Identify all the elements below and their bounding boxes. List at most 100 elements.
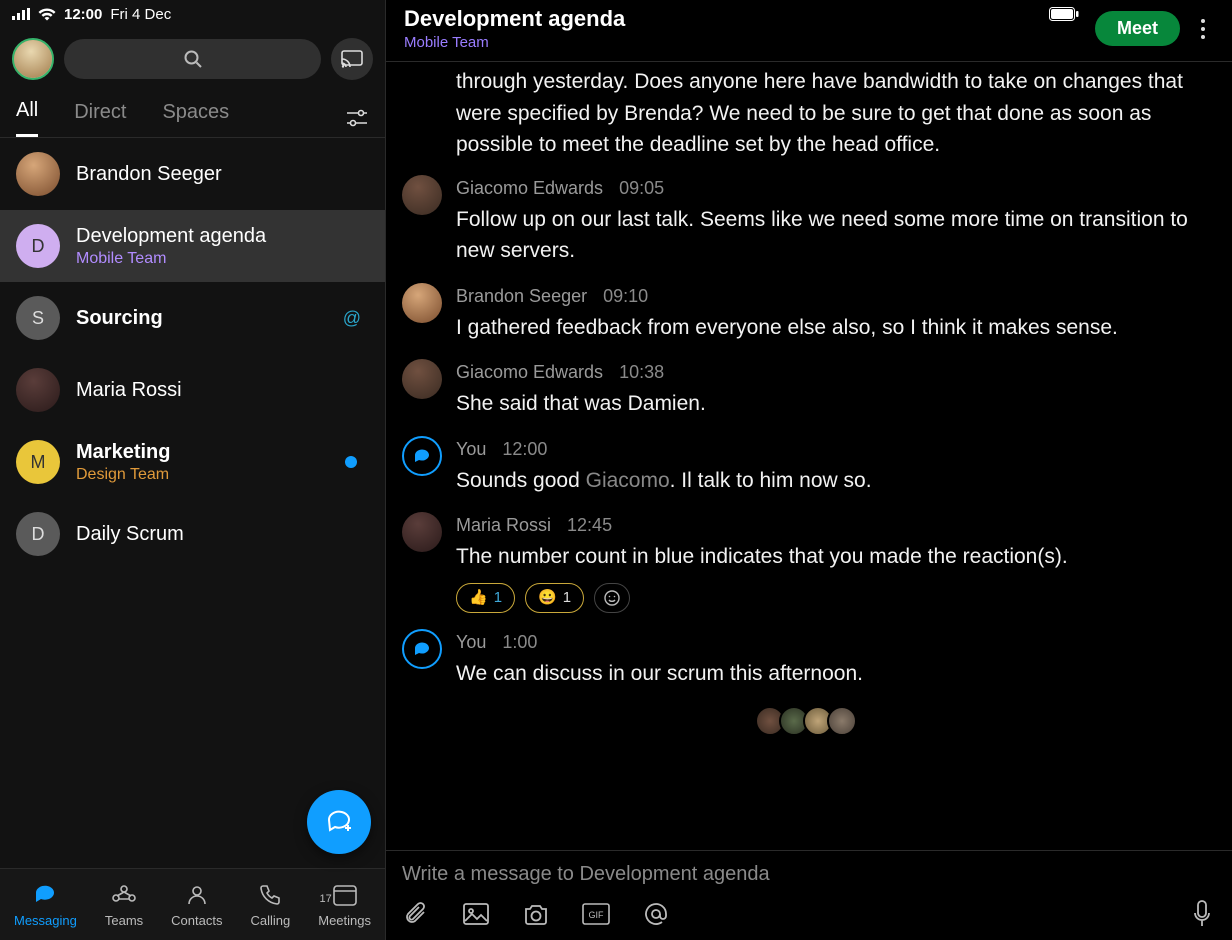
gif-button[interactable]: GIF	[582, 900, 610, 928]
composer-toolbar: GIF	[402, 898, 1216, 932]
message-author: Maria Rossi	[456, 512, 551, 539]
composer-input[interactable]: Write a message to Development agenda	[402, 857, 1216, 898]
nav-label: Teams	[105, 913, 143, 928]
nav-label: Messaging	[14, 913, 77, 928]
nav-contacts[interactable]: Contacts	[171, 881, 222, 928]
message-time: 12:45	[567, 512, 612, 539]
conversation-title: Development agenda	[76, 225, 369, 248]
reaction-pill[interactable]: 😀1	[525, 583, 584, 614]
chat-header: Development agenda Mobile Team Meet	[386, 0, 1232, 61]
nav-messaging[interactable]: Messaging	[14, 881, 77, 928]
message-row: You12:00 Sounds good Giacomo. Il talk to…	[386, 428, 1232, 505]
message-avatar[interactable]	[402, 512, 442, 552]
chat-icon	[412, 446, 432, 466]
message-avatar[interactable]	[402, 359, 442, 399]
sidebar-tabs: All Direct Spaces	[0, 90, 385, 138]
message-row: Brandon Seeger 09:10 I gathered feedback …	[386, 275, 1232, 352]
nav-label: Contacts	[171, 913, 222, 928]
conversation-title: Maria Rossi	[76, 379, 369, 402]
statusbar-time: 12:00	[64, 6, 102, 23]
message-author: Giacomo Edwards	[456, 175, 603, 202]
message-text: Follow up on our last talk. Seems like w…	[456, 204, 1216, 267]
message-avatar[interactable]	[402, 629, 442, 669]
space-avatar: M	[16, 440, 60, 484]
image-button[interactable]	[462, 900, 490, 928]
tab-spaces[interactable]: Spaces	[162, 101, 229, 136]
cast-button[interactable]	[331, 38, 373, 80]
mention-icon: @	[343, 308, 361, 329]
svg-text:GIF: GIF	[589, 910, 605, 920]
message-text: The number count in blue indicates that …	[456, 541, 1216, 573]
messages-scroll[interactable]: through yesterday. Does anyone here have…	[386, 62, 1232, 850]
unread-dot-icon	[345, 456, 357, 468]
wifi-icon	[38, 8, 56, 21]
contact-avatar	[16, 368, 60, 412]
chat-icon	[32, 882, 58, 908]
chat-subtitle[interactable]: Mobile Team	[404, 34, 1049, 51]
filter-button[interactable]	[345, 108, 369, 128]
mic-icon	[1193, 900, 1211, 928]
status-bar: 12:00 Fri 4 Dec	[0, 0, 385, 28]
message-avatar[interactable]	[402, 283, 442, 323]
read-receipts[interactable]	[386, 698, 1232, 744]
tab-direct[interactable]: Direct	[74, 101, 126, 136]
message-text: She said that was Damien.	[456, 388, 1216, 420]
message-text: Sounds good Giacomo. Il talk to him now …	[456, 465, 1216, 497]
mention-button[interactable]	[642, 900, 670, 928]
more-button[interactable]	[1192, 10, 1214, 48]
message-time: 09:10	[603, 283, 648, 310]
message-author: You	[456, 629, 486, 656]
conversation-item[interactable]: M Marketing Design Team	[0, 426, 385, 498]
contacts-icon	[184, 882, 210, 908]
reaction-count: 1	[494, 587, 502, 610]
sidebar: 12:00 Fri 4 Dec All Direct Spaces	[0, 0, 386, 940]
camera-icon	[523, 903, 549, 925]
composer: Write a message to Development agenda GI…	[386, 851, 1232, 940]
gif-icon: GIF	[582, 903, 610, 925]
conversation-item[interactable]: S Sourcing @	[0, 282, 385, 354]
nav-calling[interactable]: Calling	[250, 881, 290, 928]
conversation-item[interactable]: D Development agenda Mobile Team	[0, 210, 385, 282]
conversation-subtitle: Design Team	[76, 466, 369, 484]
conversation-item[interactable]: Maria Rossi	[0, 354, 385, 426]
conversation-item[interactable]: D Daily Scrum	[0, 498, 385, 570]
new-message-fab[interactable]	[307, 790, 371, 854]
main-area: Development agenda Mobile Team Meet thro…	[386, 0, 1232, 940]
message-time: 10:38	[619, 359, 664, 386]
at-icon	[643, 901, 669, 927]
tab-all[interactable]: All	[16, 99, 38, 137]
voice-button[interactable]	[1188, 900, 1216, 928]
message-row: Giacomo Edwards09:05 Follow up on our la…	[386, 167, 1232, 275]
meet-button[interactable]: Meet	[1095, 11, 1180, 46]
paperclip-icon	[404, 902, 428, 926]
chat-title: Development agenda	[404, 6, 1049, 32]
mention[interactable]: Giacomo	[586, 469, 670, 492]
reaction-pill[interactable]: 👍1	[456, 583, 515, 614]
attach-button[interactable]	[402, 900, 430, 928]
camera-button[interactable]	[522, 900, 550, 928]
chat-icon	[412, 639, 432, 659]
message-text: I gathered feedback from everyone else a…	[456, 312, 1216, 344]
conversation-list[interactable]: Brandon Seeger D Development agenda Mobi…	[0, 138, 385, 868]
smiley-plus-icon	[603, 589, 621, 607]
search-input[interactable]	[64, 39, 321, 79]
nav-teams[interactable]: Teams	[105, 881, 143, 928]
phone-icon	[257, 882, 283, 908]
image-icon	[463, 903, 489, 925]
conversation-item[interactable]: Brandon Seeger	[0, 138, 385, 210]
message-author: Brandon Seeger	[456, 283, 587, 310]
space-avatar: S	[16, 296, 60, 340]
teams-icon	[111, 882, 137, 908]
battery-icon	[1049, 7, 1079, 21]
self-avatar[interactable]	[12, 38, 54, 80]
message-row: You1:00 We can discuss in our scrum this…	[386, 621, 1232, 698]
nav-meetings[interactable]: 17 Meetings	[318, 881, 371, 928]
message-avatar[interactable]	[402, 175, 442, 215]
message-author: Giacomo Edwards	[456, 359, 603, 386]
conversation-title: Sourcing	[76, 307, 369, 330]
message-time: 1:00	[502, 629, 537, 656]
receipt-avatar	[827, 706, 857, 736]
message-avatar[interactable]	[402, 436, 442, 476]
add-reaction-button[interactable]	[594, 583, 630, 614]
space-avatar: D	[16, 512, 60, 556]
